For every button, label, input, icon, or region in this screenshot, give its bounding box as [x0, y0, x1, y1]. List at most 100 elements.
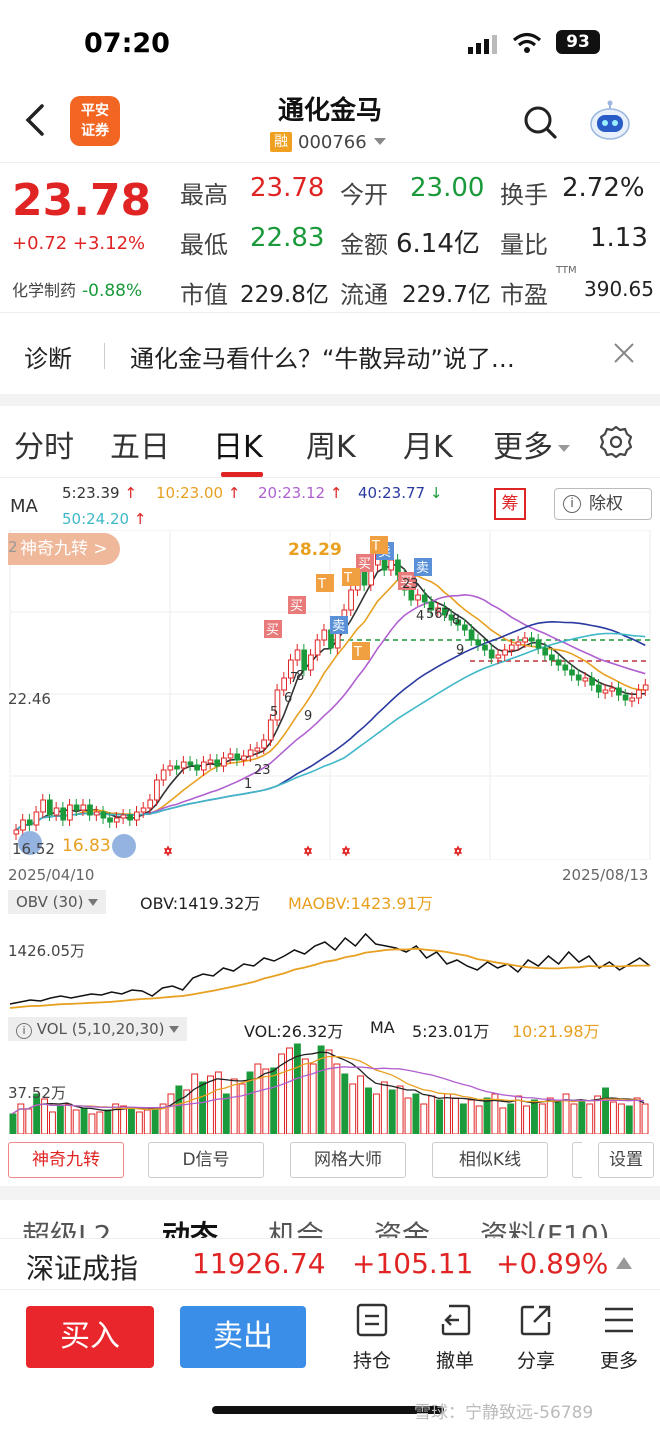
volume-chart[interactable]: [0, 1042, 660, 1134]
tab-daily-k[interactable]: 日K: [213, 422, 263, 466]
volume-bar: [120, 1105, 128, 1134]
positions-button[interactable]: 持仓: [342, 1302, 402, 1373]
index-ticker[interactable]: 深证成指 11926.74 +105.11 +0.89%: [0, 1238, 660, 1290]
expand-up-icon[interactable]: [616, 1257, 632, 1269]
candle-body: [160, 769, 167, 781]
volume-bar: [357, 1075, 365, 1134]
candle-body: [308, 654, 314, 671]
svg-text:8: 8: [452, 613, 460, 628]
diagnosis-label: 诊断: [24, 345, 72, 373]
diagnosis-text[interactable]: 通化金马看什么？“牛散异动”说了…: [130, 339, 580, 374]
svg-text:6: 6: [284, 691, 292, 706]
ma5-arrow: ↑: [124, 484, 137, 502]
gear-icon[interactable]: [598, 424, 634, 460]
settings-button[interactable]: 设置: [598, 1142, 654, 1178]
tab-monthly-k[interactable]: 月K: [403, 422, 453, 466]
volume-bar: [167, 1093, 175, 1134]
volume-bar: [609, 1101, 617, 1134]
volume-bar: [459, 1103, 467, 1134]
candle-body: [549, 654, 555, 661]
ex-rights-button[interactable]: i 除权: [554, 488, 652, 520]
tab-five-day[interactable]: 五日: [110, 422, 170, 466]
indicator-buttons: 神奇九转 D信号 网格大师 相似K线 设置: [0, 1138, 660, 1182]
share-button[interactable]: 分享: [506, 1302, 566, 1373]
tab-super-l2[interactable]: 超级L2: [22, 1214, 111, 1240]
tab-more-label: 更多: [493, 430, 553, 465]
ma-title: MA: [10, 496, 38, 517]
candle-body: [595, 684, 602, 693]
volume-bar: [238, 1083, 246, 1134]
chevron-down-icon: [373, 138, 386, 145]
obv-chart[interactable]: [0, 916, 660, 1014]
cancel-order-label: 撤单: [435, 1350, 474, 1372]
active-tab-indicator: [221, 472, 263, 477]
vol-indicator-selector[interactable]: i VOL (5,10,20,30): [8, 1017, 188, 1041]
ma20-text: 20:23.12: [258, 484, 326, 502]
volume-bar: [633, 1097, 641, 1134]
sector-change: -0.88%: [82, 281, 143, 301]
vol-value: VOL:26.32万: [244, 1022, 344, 1041]
ai-assistant-icon[interactable]: [588, 100, 632, 142]
candle-body: [100, 811, 107, 819]
tab-opportunity[interactable]: 机会: [268, 1214, 324, 1240]
svg-text:567: 567: [426, 607, 451, 622]
scroll-edge: [572, 1142, 582, 1178]
candle-body: [73, 804, 80, 811]
ma10-text: 10:23.00: [156, 484, 224, 502]
volume-bar: [199, 1081, 207, 1134]
stock-code-row[interactable]: 融 000766: [270, 130, 387, 154]
tab-capital[interactable]: 资金: [374, 1214, 430, 1240]
tab-more[interactable]: 更多: [493, 422, 571, 466]
ma10-arrow: ↑: [227, 484, 241, 502]
candle-body: [468, 629, 475, 641]
tab-weekly-k[interactable]: 周K: [306, 422, 356, 466]
d-signal-button[interactable]: D信号: [148, 1142, 264, 1178]
volume-bar: [578, 1099, 586, 1134]
similar-kline-button[interactable]: 相似K线: [432, 1142, 548, 1178]
signal-badge-text: 卖: [332, 619, 345, 634]
tab-news[interactable]: 动态: [162, 1214, 218, 1240]
menu-icon: [605, 1307, 633, 1333]
candle-body: [281, 677, 287, 691]
volume-bar: [499, 1107, 507, 1134]
sell-button[interactable]: 卖出: [180, 1306, 306, 1368]
volume-bar: [25, 1108, 33, 1134]
magic-nine-turn-tag[interactable]: 神奇九转 >: [8, 533, 120, 565]
candle-body: [221, 757, 227, 767]
more-button[interactable]: 更多: [589, 1302, 649, 1373]
volume-bar: [175, 1085, 183, 1134]
candle-body: [528, 637, 535, 642]
search-icon[interactable]: [522, 104, 558, 140]
chip-distribution-button[interactable]: 筹: [494, 488, 526, 520]
candle-body: [575, 674, 582, 681]
kline-chart[interactable]: 买买买买卖卖卖TTTT 1235 678 9234 56789: [0, 530, 660, 860]
svg-text:9: 9: [304, 709, 312, 724]
candle-body: [33, 811, 40, 826]
amount-label: 金额: [340, 231, 388, 259]
info-icon: i: [563, 495, 581, 513]
signal-badge-text: 买: [290, 599, 303, 614]
signal-badge-text: T: [353, 645, 362, 660]
vol-tag-label: VOL (5,10,20,30): [36, 1020, 165, 1038]
signal-badge-text: T: [343, 571, 352, 586]
price-axis-top: 2: [8, 538, 18, 556]
candle-body: [388, 559, 395, 571]
tab-f10[interactable]: 资料(F10): [480, 1214, 610, 1240]
close-icon[interactable]: [612, 341, 636, 365]
candle-body: [508, 644, 515, 651]
candle-body: [475, 639, 482, 646]
diagnosis-banner[interactable]: 诊断 通化金马看什么？“牛散异动”说了…: [0, 312, 660, 394]
obv-indicator-selector[interactable]: OBV (30): [8, 890, 107, 914]
candle-body: [415, 594, 421, 601]
magic-nine-turn-button[interactable]: 神奇九转: [8, 1142, 124, 1178]
sector-info[interactable]: 化学制药 -0.88%: [12, 277, 142, 301]
cancel-order-button[interactable]: 撤单: [425, 1302, 485, 1373]
svg-text:23: 23: [254, 763, 271, 778]
volume-bar: [428, 1095, 436, 1134]
tab-intraday[interactable]: 分时: [14, 422, 74, 466]
volume-bar: [530, 1099, 538, 1134]
period-tabs: 分时 五日 日K 周K 月K 更多: [0, 406, 660, 478]
buy-button[interactable]: 买入: [26, 1306, 154, 1368]
grid-master-button[interactable]: 网格大师: [290, 1142, 406, 1178]
status-time: 07:20: [84, 28, 170, 59]
